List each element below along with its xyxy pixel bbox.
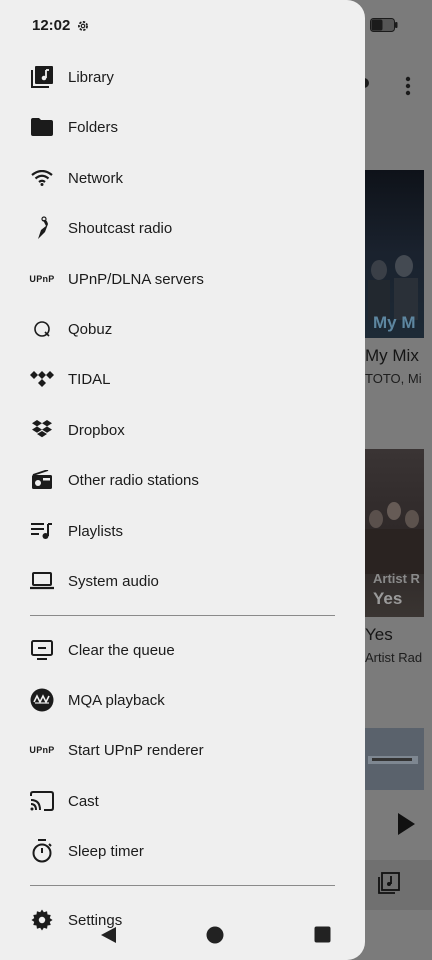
tidal-icon [30, 367, 54, 391]
card-subtitle: Artist Rad [365, 650, 423, 665]
nav-back-button[interactable] [99, 926, 117, 949]
menu-item-system-audio[interactable]: System audio [0, 556, 365, 606]
status-bar: 12:02 [32, 17, 90, 34]
menu-item-label: Sleep timer [68, 842, 144, 860]
folder-icon [30, 115, 54, 139]
dropbox-icon [30, 418, 54, 442]
shoutcast-icon [30, 216, 54, 240]
upnp-text: UPnP [29, 274, 55, 284]
nav-recents-button[interactable] [314, 926, 331, 948]
menu-item-upnp-servers[interactable]: UPnP UPnP/DLNA servers [0, 254, 365, 304]
qobuz-icon [30, 317, 54, 341]
menu-item-shoutcast[interactable]: Shoutcast radio [0, 203, 365, 253]
laptop-icon [30, 569, 54, 593]
navigation-drawer: 12:02 Library Folders Network Shoutcast … [0, 0, 365, 960]
menu-item-qobuz[interactable]: Qobuz [0, 304, 365, 354]
menu-item-playlists[interactable]: Playlists [0, 506, 365, 556]
mqa-icon [30, 688, 54, 712]
upnp-icon: UPnP [29, 267, 55, 291]
settings-status-icon [78, 20, 89, 31]
artist-radio-card-image[interactable]: Artist R Yes [364, 449, 424, 617]
menu-item-label: Playlists [68, 522, 124, 540]
cast-icon [30, 789, 54, 813]
more-options-icon[interactable] [403, 76, 413, 102]
menu-item-label: Folders [68, 118, 119, 136]
menu-item-tidal[interactable]: TIDAL [0, 354, 365, 404]
menu-item-label: UPnP/DLNA servers [68, 270, 204, 288]
menu-item-label: MQA playback [68, 691, 165, 709]
menu-item-clear-queue[interactable]: Clear the queue [0, 625, 365, 675]
bottom-nav-bar [364, 860, 432, 910]
card-overlay-small: Artist R [373, 571, 420, 586]
menu-item-settings[interactable]: Settings [0, 895, 365, 945]
menu-item-start-upnp-renderer[interactable]: UPnP Start UPnP renderer [0, 725, 365, 775]
library-tab-icon[interactable] [378, 872, 400, 899]
menu-item-sleep-timer[interactable]: Sleep timer [0, 826, 365, 876]
tv-queue-icon [30, 638, 54, 662]
menu-divider [30, 615, 335, 616]
card-overlay-text: Yes [373, 589, 403, 608]
menu-item-other-radio[interactable]: Other radio stations [0, 455, 365, 505]
menu-item-dropbox[interactable]: Dropbox [0, 405, 365, 455]
menu-item-label: Clear the queue [68, 641, 175, 659]
menu-item-label: TIDAL [68, 370, 111, 388]
radio-icon [30, 468, 54, 492]
menu-item-folders[interactable]: Folders [0, 102, 365, 152]
menu-item-label: Network [68, 169, 124, 187]
play-button[interactable] [396, 812, 416, 841]
nav-home-button[interactable] [206, 926, 224, 949]
menu-item-network[interactable]: Network [0, 153, 365, 203]
menu-item-library[interactable]: Library [0, 52, 365, 102]
library-music-icon [30, 65, 54, 89]
card-overlay-text: My M [373, 313, 416, 332]
menu-item-label: Shoutcast radio [68, 219, 173, 237]
clock: 12:02 [32, 17, 71, 34]
menu-item-label: System audio [68, 572, 159, 590]
menu-item-label: Dropbox [68, 421, 125, 439]
wifi-icon [30, 166, 54, 190]
gear-icon [30, 908, 54, 932]
card-subtitle: TOTO, Mi [365, 371, 422, 386]
card-title: Yes [365, 625, 393, 644]
menu-item-label: Qobuz [68, 320, 113, 338]
third-card-image[interactable] [364, 728, 424, 790]
timer-icon [30, 839, 54, 863]
menu-item-label: Library [68, 68, 114, 86]
menu-item-label: Other radio stations [68, 471, 199, 489]
playlist-icon [30, 519, 54, 543]
card-title: My Mix [365, 346, 419, 365]
menu-item-label: Start UPnP renderer [68, 741, 204, 759]
menu-item-label: Cast [68, 792, 99, 810]
menu-divider [30, 885, 335, 886]
upnp-text: UPnP [29, 745, 55, 755]
menu-item-cast[interactable]: Cast [0, 776, 365, 826]
mix-card-image[interactable]: My M [364, 170, 424, 338]
battery-icon [370, 18, 398, 32]
menu-item-mqa-playback[interactable]: MQA playback [0, 675, 365, 725]
upnp-icon: UPnP [29, 738, 55, 762]
